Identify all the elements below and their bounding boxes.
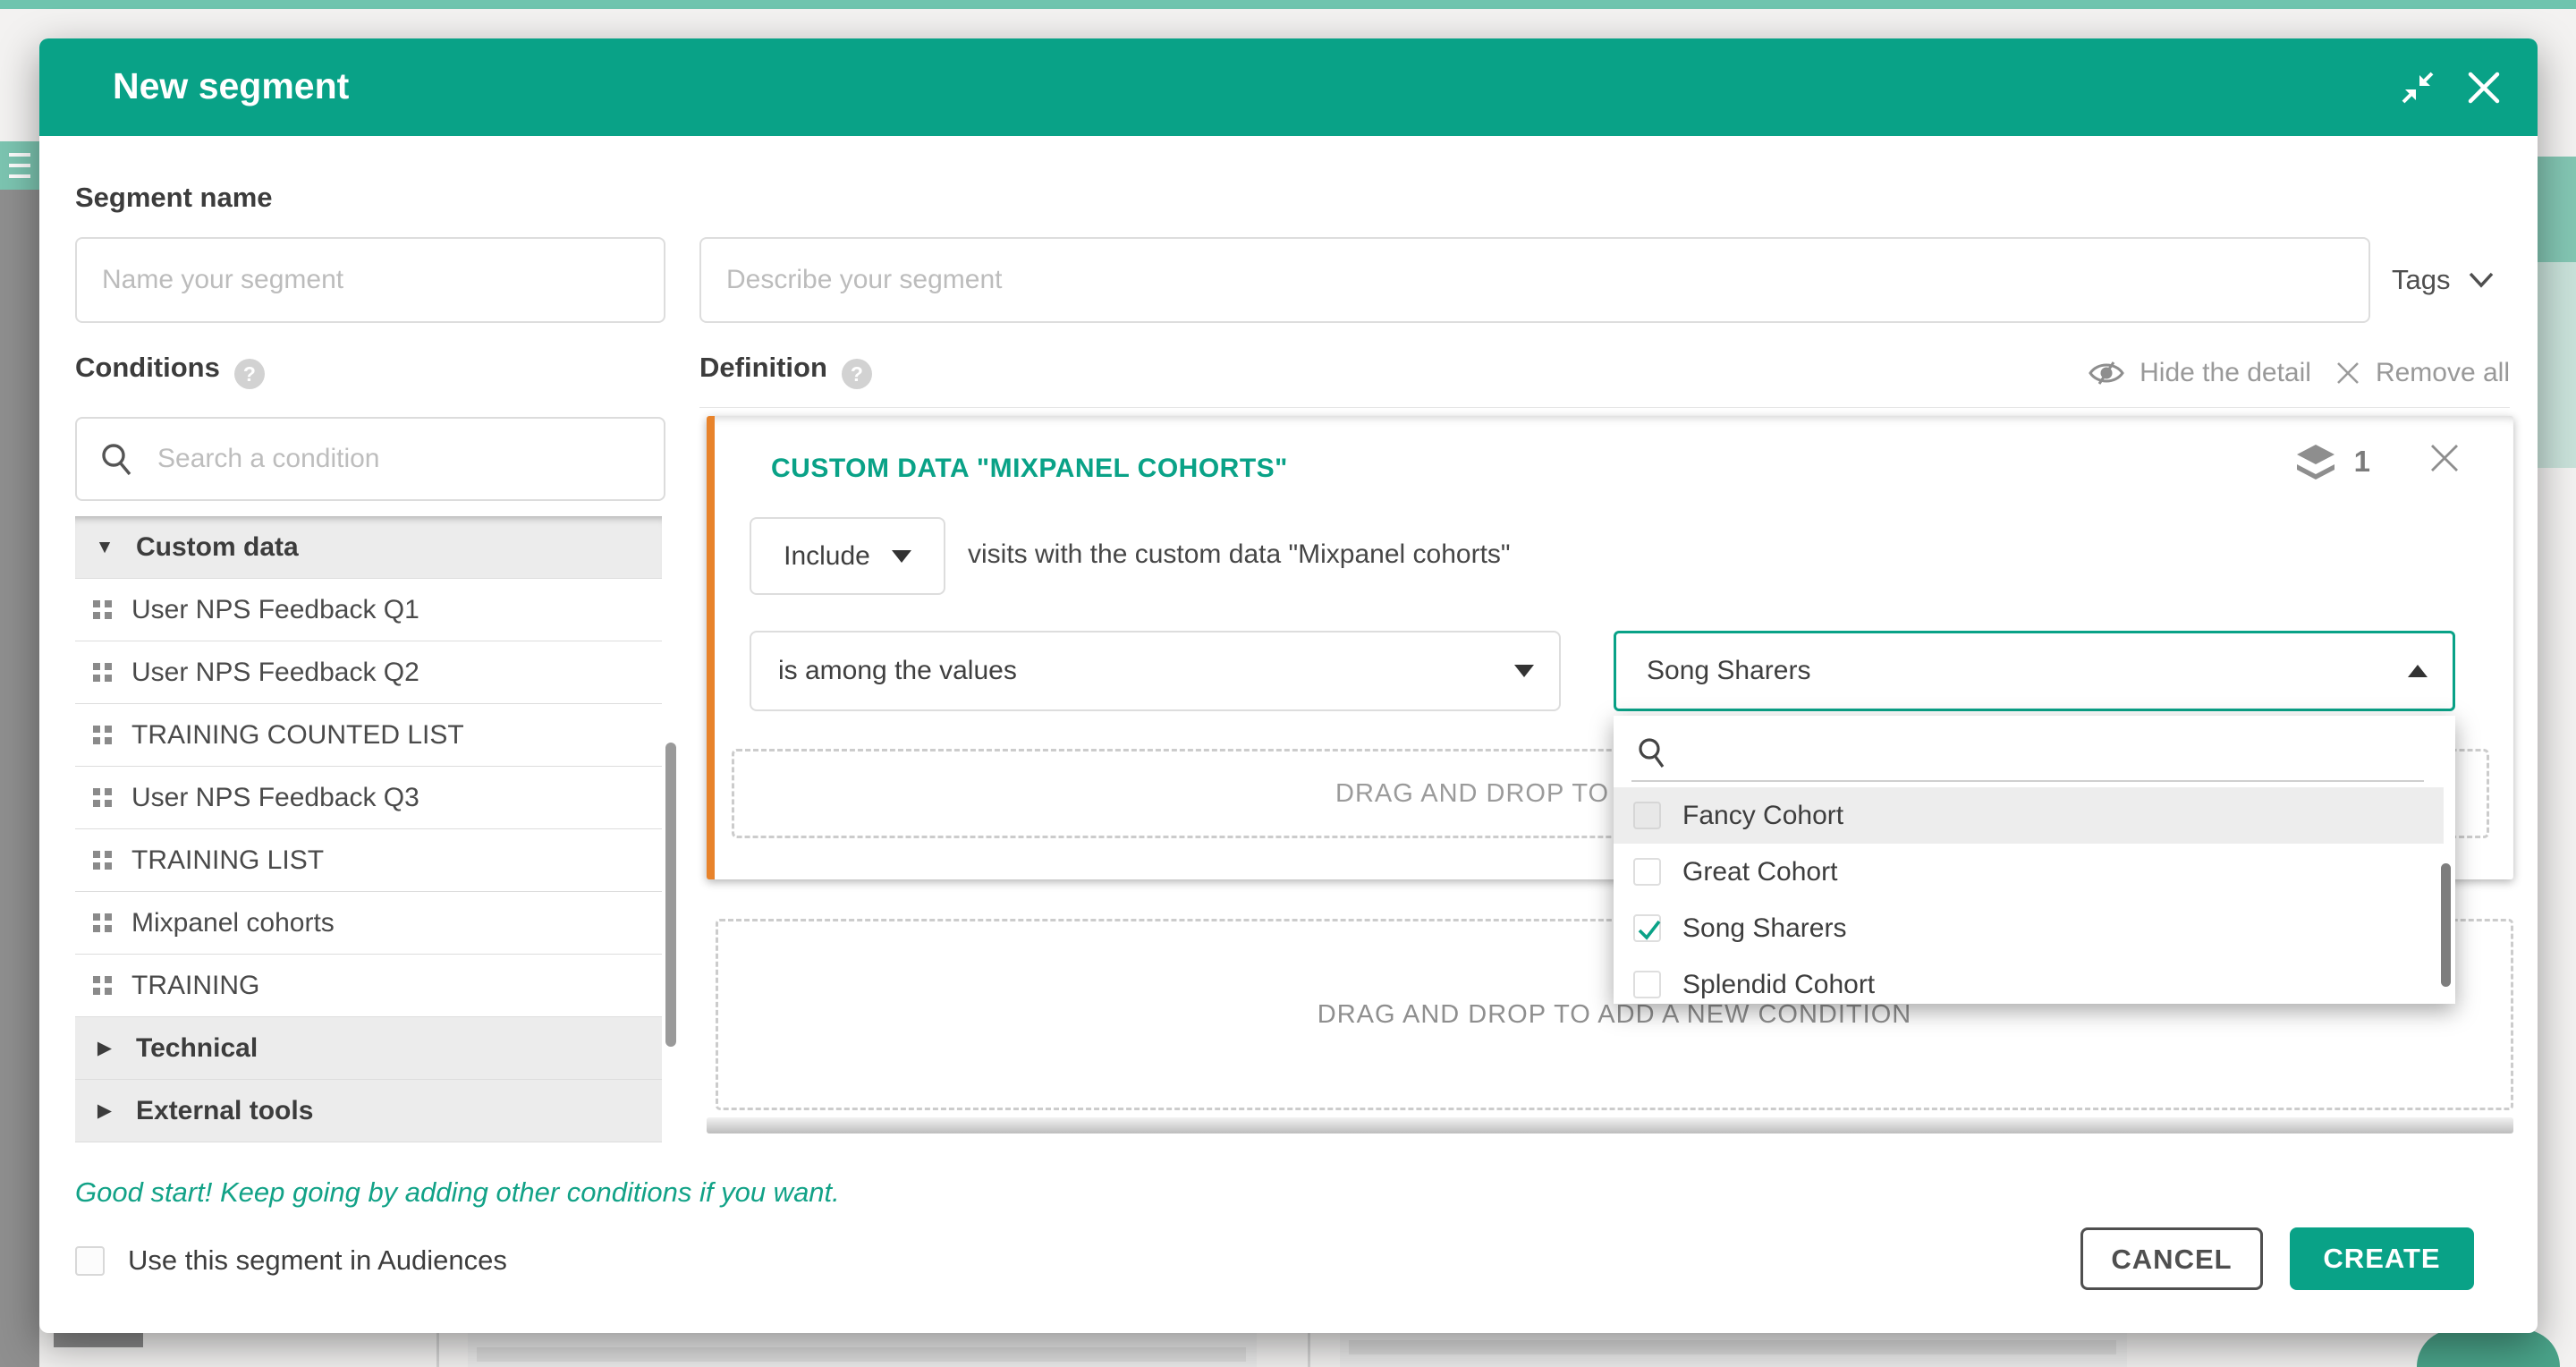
chevron-down-icon — [2468, 271, 2495, 289]
drag-handle-icon — [93, 851, 112, 870]
condition-item[interactable]: TRAINING COUNTED LIST — [75, 704, 662, 767]
tags-label: Tags — [2392, 264, 2450, 296]
group-custom-data[interactable]: ▼ Custom data — [75, 516, 662, 579]
remove-all-label: Remove all — [2376, 358, 2510, 388]
caret-up-icon — [2408, 665, 2428, 677]
hide-detail-label: Hide the detail — [2140, 358, 2311, 388]
triangle-right-icon: ▶ — [93, 1037, 116, 1059]
stack-count: 1 — [2354, 445, 2370, 479]
value-dropdown-panel: Fancy Cohort Great Cohort Song Sharers S… — [1614, 716, 2455, 1004]
option-great-cohort[interactable]: Great Cohort — [1614, 844, 2444, 900]
condition-item[interactable]: User NPS Feedback Q3 — [75, 767, 662, 829]
add-condition-hint: DRAG AND DROP TO ADD A NEW CONDITION — [1318, 1000, 1911, 1030]
search-icon — [1635, 734, 1669, 770]
background-header-band — [2538, 157, 2576, 262]
group-technical[interactable]: ▶ Technical — [75, 1017, 662, 1080]
condition-phrase: visits with the custom data "Mixpanel co… — [968, 539, 1511, 570]
new-segment-dialog: New segment Segment name — [39, 38, 2538, 1333]
segment-description-input[interactable] — [699, 237, 2370, 323]
definition-title: Definition? — [699, 352, 872, 389]
close-icon — [2334, 360, 2361, 386]
operator-select[interactable]: is among the values — [750, 631, 1561, 711]
checkbox-unchecked[interactable] — [1633, 858, 1661, 886]
condition-item[interactable]: User NPS Feedback Q2 — [75, 641, 662, 704]
drag-handle-icon — [93, 726, 112, 744]
segment-name-label: Segment name — [75, 182, 273, 214]
condition-item[interactable]: Mixpanel cohorts — [75, 892, 662, 955]
create-button[interactable]: CREATE — [2290, 1227, 2474, 1290]
option-song-sharers[interactable]: Song Sharers — [1614, 900, 2444, 956]
value-select[interactable]: Song Sharers — [1614, 631, 2455, 711]
condition-item[interactable]: TRAINING — [75, 955, 662, 1017]
background-card-edge — [1308, 1333, 1310, 1367]
search-icon — [98, 440, 136, 478]
progress-tip: Good start! Keep going by adding other c… — [75, 1176, 840, 1209]
condition-item[interactable]: User NPS Feedback Q1 — [75, 579, 662, 641]
drag-handle-icon — [93, 663, 112, 682]
background-sidebar — [0, 190, 39, 1367]
help-icon[interactable]: ? — [234, 359, 265, 389]
conditions-title: Conditions? — [75, 352, 265, 389]
divider — [699, 407, 2510, 408]
condition-search-input[interactable] — [157, 444, 642, 474]
conditions-list: ▼ Custom data User NPS Feedback Q1 User … — [75, 516, 676, 1142]
cancel-button[interactable]: CANCEL — [2080, 1227, 2263, 1290]
dialog-header: New segment — [39, 38, 2538, 136]
eye-off-icon — [2088, 359, 2125, 387]
condition-card-title: CUSTOM DATA "MIXPANEL COHORTS" — [771, 454, 1288, 484]
help-floating-button — [2417, 1329, 2560, 1367]
caret-down-icon — [892, 550, 911, 563]
condition-item[interactable]: TRAINING LIST — [75, 829, 662, 892]
close-icon[interactable] — [2464, 68, 2504, 107]
drag-handle-icon — [93, 976, 112, 995]
hide-detail-button[interactable]: Hide the detail — [2088, 358, 2311, 388]
checkbox-unchecked[interactable] — [1633, 802, 1661, 829]
checkbox-unchecked[interactable] — [75, 1246, 105, 1276]
remove-condition-icon[interactable] — [2428, 441, 2462, 475]
segment-name-input[interactable] — [75, 237, 665, 323]
audiences-label: Use this segment in Audiences — [128, 1244, 507, 1277]
stack-count-control[interactable]: 1 — [2295, 443, 2370, 480]
value-search — [1635, 730, 2422, 775]
audiences-checkbox-row[interactable]: Use this segment in Audiences — [75, 1244, 507, 1277]
background-header-band-fade — [2538, 262, 2576, 468]
hamburger-menu-icon — [0, 141, 39, 190]
background-topbar — [0, 0, 2576, 9]
dialog-title: New segment — [113, 65, 349, 107]
checkbox-checked[interactable] — [1633, 914, 1661, 942]
layers-icon — [2295, 443, 2336, 480]
triangle-down-icon: ▼ — [93, 537, 116, 558]
divider — [1631, 780, 2424, 782]
option-splendid-cohort[interactable]: Splendid Cohort — [1614, 956, 2444, 1004]
group-external-tools[interactable]: ▶ External tools — [75, 1080, 662, 1142]
background-card — [468, 1333, 1257, 1367]
checkbox-unchecked[interactable] — [1633, 971, 1661, 998]
background-scrollbar — [54, 1333, 143, 1347]
check-icon — [1635, 916, 1663, 944]
remove-all-button[interactable]: Remove all — [2334, 358, 2510, 388]
caret-down-icon — [1514, 665, 1534, 677]
definition-toolbar: Hide the detail Remove all — [2088, 353, 2510, 393]
dropdown-scrollbar[interactable] — [2441, 863, 2451, 987]
help-icon[interactable]: ? — [842, 359, 872, 389]
screen: New segment Segment name — [0, 0, 2576, 1367]
include-select[interactable]: Include — [750, 517, 945, 595]
condition-search — [75, 417, 665, 501]
option-fancy-cohort[interactable]: Fancy Cohort — [1614, 787, 2444, 844]
background-card-edge — [436, 1333, 439, 1367]
collapse-icon[interactable] — [2398, 68, 2437, 107]
drag-handle-icon — [93, 788, 112, 807]
drag-handle-icon — [93, 600, 112, 619]
triangle-right-icon: ▶ — [93, 1100, 116, 1122]
tags-dropdown[interactable]: Tags — [2392, 237, 2495, 323]
conditions-scrollbar[interactable] — [665, 743, 676, 1047]
drag-handle-icon — [93, 913, 112, 932]
background-card — [1340, 1333, 2127, 1367]
definition-horizontal-scrollbar[interactable] — [707, 1117, 2513, 1134]
value-search-input[interactable] — [1685, 737, 2422, 768]
